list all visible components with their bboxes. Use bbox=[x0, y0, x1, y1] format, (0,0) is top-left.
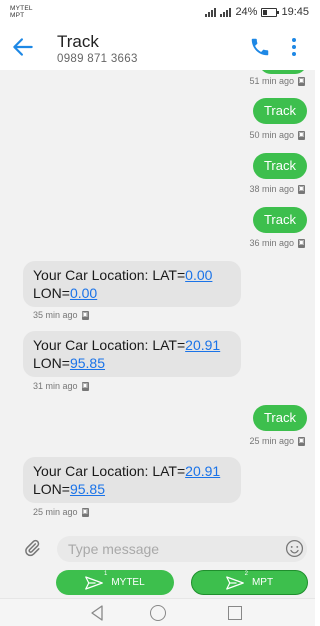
longitude-label: LON= bbox=[33, 285, 70, 301]
conversation-title: Track bbox=[57, 32, 99, 51]
send-icon: 2 bbox=[226, 571, 248, 590]
longitude-label: LON= bbox=[33, 355, 70, 371]
conversation-area[interactable]: 51 min ago ▣ Track 50 min ago ▣ Track 38 m… bbox=[0, 70, 315, 527]
sim-card-icon: ▣ bbox=[298, 184, 305, 194]
message-timestamp: 38 min ago ▣ bbox=[249, 184, 305, 194]
message-timestamp: 51 min ago ▣ bbox=[249, 76, 305, 86]
signal-icon bbox=[220, 7, 232, 17]
message-timestamp: 25 min ago ▣ bbox=[33, 507, 89, 517]
message-timestamp: 31 min ago ▣ bbox=[33, 381, 89, 391]
location-text: Your Car Location: LAT= bbox=[33, 337, 186, 353]
app-bar: Track 0989 871 3663 bbox=[0, 26, 315, 70]
received-message-bubble[interactable]: Your Car Location: LAT=20.91 LON=95.85 bbox=[23, 331, 241, 377]
location-text: Your Car Location: LAT= bbox=[33, 267, 186, 283]
latitude-link[interactable]: 20.91 bbox=[185, 337, 220, 353]
longitude-label: LON= bbox=[33, 481, 70, 497]
carrier-labels: MYTEL MPT bbox=[10, 5, 33, 19]
latitude-link[interactable]: 0.00 bbox=[185, 267, 212, 283]
carrier-1: MYTEL bbox=[10, 5, 33, 12]
signal-icon bbox=[205, 7, 217, 17]
latitude-link[interactable]: 20.91 bbox=[185, 463, 220, 479]
emoji-icon[interactable] bbox=[285, 539, 304, 558]
status-bar: MYTEL MPT 24% 19:45 bbox=[0, 0, 315, 26]
message-timestamp: 36 min ago ▣ bbox=[249, 238, 305, 248]
phone-icon[interactable] bbox=[249, 36, 271, 58]
carrier-2: MPT bbox=[10, 12, 25, 19]
received-message-bubble[interactable]: Your Car Location: LAT=20.91 LON=95.85 bbox=[23, 457, 241, 503]
sent-message-bubble[interactable]: Track bbox=[252, 153, 307, 179]
sim-card-icon: ▣ bbox=[81, 381, 89, 391]
sent-message-bubble[interactable] bbox=[259, 70, 307, 74]
send-sim1-button[interactable]: 1 MYTEL bbox=[56, 570, 174, 595]
clock: 19:45 bbox=[281, 6, 309, 18]
sim1-label: MYTEL bbox=[111, 577, 145, 588]
longitude-link[interactable]: 0.00 bbox=[70, 285, 97, 301]
more-vert-icon[interactable] bbox=[288, 35, 300, 59]
sent-message-bubble[interactable]: Track bbox=[252, 98, 307, 124]
longitude-link[interactable]: 95.85 bbox=[70, 355, 105, 371]
sim-card-icon: ▣ bbox=[298, 238, 305, 248]
arrow-left-icon[interactable] bbox=[10, 34, 36, 60]
message-timestamp: 35 min ago ▣ bbox=[33, 310, 89, 320]
status-indicators: 24% 19:45 bbox=[205, 6, 309, 18]
nav-back-icon[interactable] bbox=[90, 605, 104, 621]
sim-card-icon: ▣ bbox=[298, 436, 305, 446]
message-timestamp: 50 min ago ▣ bbox=[249, 130, 305, 140]
battery-percent: 24% bbox=[235, 6, 258, 18]
sim2-label: MPT bbox=[251, 577, 274, 588]
phone-number: 0989 871 3663 bbox=[57, 53, 138, 65]
sim-card-icon: ▣ bbox=[298, 130, 305, 140]
message-input[interactable]: Type message bbox=[57, 536, 307, 562]
send-icon: 1 bbox=[85, 571, 107, 590]
nav-home-icon[interactable] bbox=[150, 605, 166, 621]
message-timestamp: 25 min ago ▣ bbox=[249, 436, 305, 446]
location-text: Your Car Location: LAT= bbox=[33, 463, 186, 479]
sim-card-icon: ▣ bbox=[81, 310, 89, 320]
paperclip-icon[interactable] bbox=[23, 538, 41, 558]
nav-recents-icon[interactable] bbox=[228, 606, 242, 620]
received-message-bubble[interactable]: Your Car Location: LAT=0.00 LON=0.00 bbox=[23, 261, 241, 307]
longitude-link[interactable]: 95.85 bbox=[70, 481, 105, 497]
send-sim2-button[interactable]: 2 MPT bbox=[191, 570, 308, 595]
battery-icon bbox=[261, 7, 280, 17]
sim-card-icon: ▣ bbox=[81, 507, 89, 517]
composer: Type message 1 MYTEL 2 MPT bbox=[0, 527, 315, 598]
sent-message-bubble[interactable]: Track bbox=[252, 207, 307, 233]
sim-card-icon: ▣ bbox=[298, 76, 305, 86]
system-nav-bar bbox=[0, 598, 315, 626]
sent-message-bubble[interactable]: Track bbox=[252, 405, 307, 431]
